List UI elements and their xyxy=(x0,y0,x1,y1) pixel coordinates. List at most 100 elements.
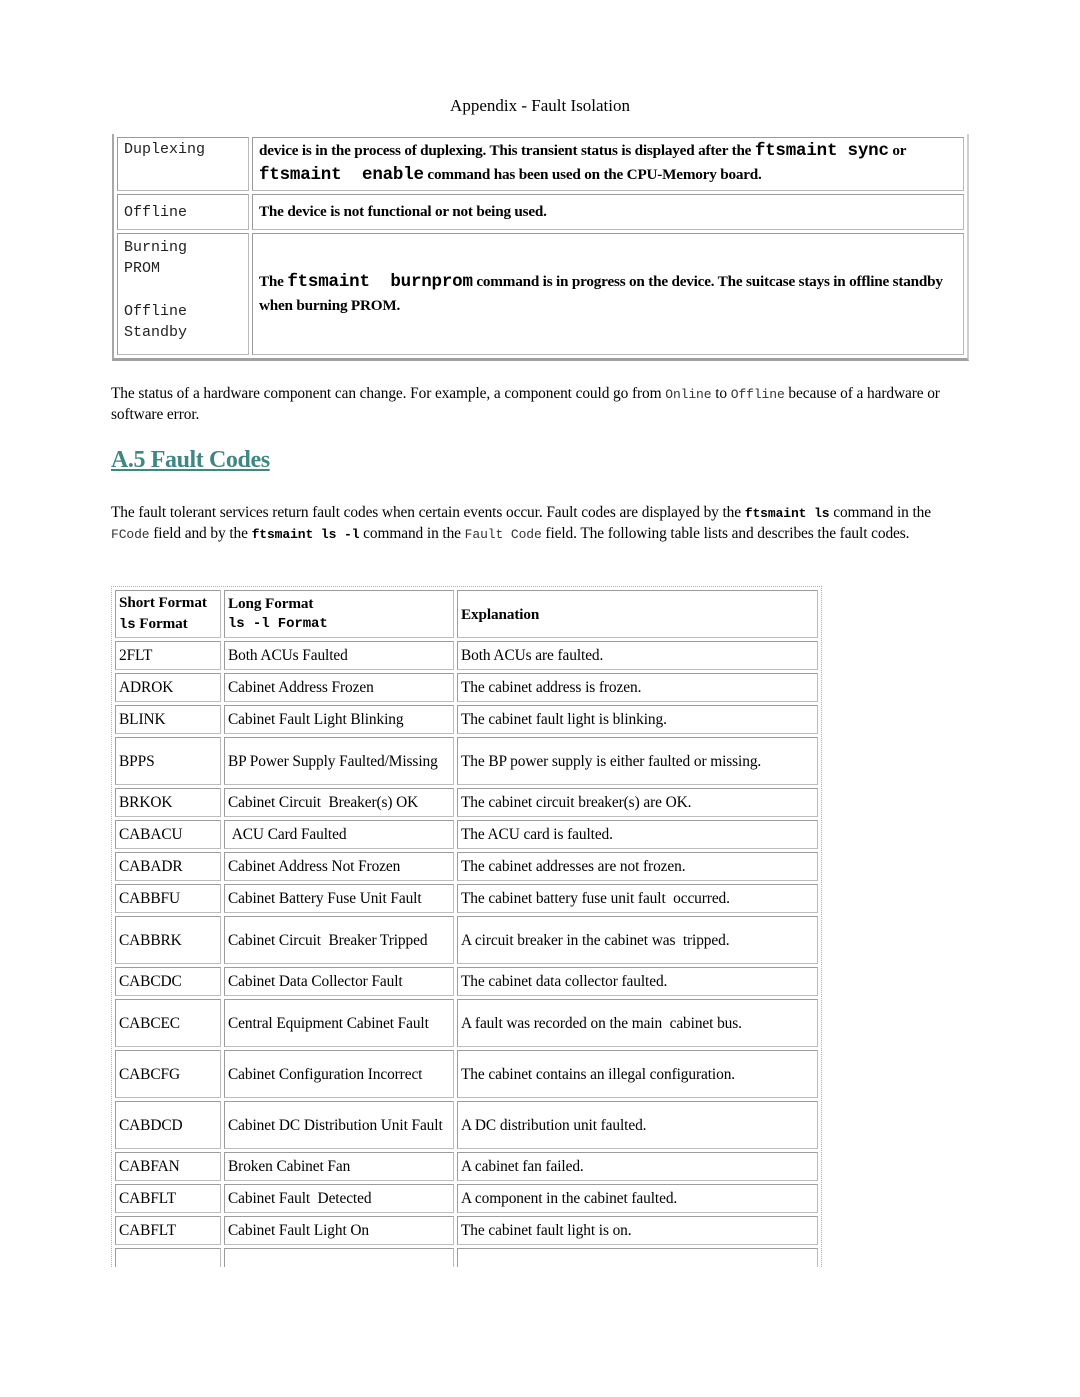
cell-empty xyxy=(224,1248,454,1267)
table-row: BPPS BP Power Supply Faulted/Missing The B… xyxy=(115,737,818,785)
cell-explanation: The cabinet fault light is on. xyxy=(457,1216,818,1245)
table-row: BLINK Cabinet Fault Light Blinking The cab… xyxy=(115,705,818,734)
cell-explanation: Both ACUs are faulted. xyxy=(457,641,818,670)
table-row: CABFLT Cabinet Fault Light On The cabinet … xyxy=(115,1216,818,1245)
cell-explanation: The cabinet circuit breaker(s) are OK. xyxy=(457,788,818,817)
description-text: device is in the process of duplexing. T… xyxy=(259,142,755,159)
status-name: Standby xyxy=(124,324,188,341)
cell-explanation: The cabinet data collector faulted. xyxy=(457,967,818,996)
cell-explanation: The BP power supply is either faulted or… xyxy=(457,737,818,785)
cell-explanation: The cabinet address is frozen. xyxy=(457,673,818,702)
cell-short: CABCFG xyxy=(115,1050,221,1098)
status-row-duplexing: Duplexing device is in the process of du… xyxy=(117,137,964,191)
status-row-offline: Offline The device is not functional or … xyxy=(117,194,964,230)
cell-short: BPPS xyxy=(115,737,221,785)
cell-long: Cabinet Circuit Breaker Tripped xyxy=(224,916,454,964)
status-name-cell: Burning PROM Offline Standby xyxy=(117,233,249,355)
fault-codes-table-body: 2FLT Both ACUs Faulted Both ACUs are fault… xyxy=(115,641,818,1267)
cell-short: BLINK xyxy=(115,705,221,734)
header-mono-text: ls xyxy=(119,617,136,633)
field-name: Fault Code xyxy=(464,527,542,542)
cell-explanation: A cabinet fan failed. xyxy=(457,1152,818,1181)
header-mono-text: ls -l Format xyxy=(228,616,328,632)
description-text: The device is not functional or not bein… xyxy=(259,203,547,220)
cell-explanation: A DC distribution unit faulted. xyxy=(457,1101,818,1149)
cell-short: CABBRK xyxy=(115,916,221,964)
text: command in the xyxy=(829,504,931,521)
header-short-format: Short Format ls Format xyxy=(115,590,221,638)
cell-long: Both ACUs Faulted xyxy=(224,641,454,670)
header-explanation: Explanation xyxy=(457,590,818,638)
cell-short: 2FLT xyxy=(115,641,221,670)
table-row: CABBFU Cabinet Battery Fuse Unit Fault The… xyxy=(115,884,818,913)
cell-empty xyxy=(457,1248,818,1267)
text: field and by the xyxy=(149,525,252,542)
cell-explanation: The cabinet contains an illegal configur… xyxy=(457,1050,818,1098)
text: to xyxy=(711,385,731,402)
table-row: CABDCD Cabinet DC Distribution Unit Fault… xyxy=(115,1101,818,1149)
cell-short: CABADR xyxy=(115,852,221,881)
status-name: Duplexing xyxy=(124,141,206,158)
cell-empty xyxy=(115,1248,221,1267)
cell-long: Cabinet Fault Light Blinking xyxy=(224,705,454,734)
status-name: Offline xyxy=(124,203,188,221)
cell-long: Cabinet Address Frozen xyxy=(224,673,454,702)
status-description-cell: The device is not functional or not bein… xyxy=(252,194,964,230)
status-description-cell: device is in the process of duplexing. T… xyxy=(252,137,964,191)
status-name: Offline xyxy=(124,303,188,320)
table-row: CABBRK Cabinet Circuit Breaker Tripped A c… xyxy=(115,916,818,964)
command-text: ftsmaint enable xyxy=(259,165,424,185)
table-row: CABACU ACU Card Faulted The ACU card is f… xyxy=(115,820,818,849)
status-table: Duplexing device is in the process of du… xyxy=(112,134,969,361)
status-change-paragraph: The status of a hardware component can c… xyxy=(111,384,971,425)
command-text: ftsmaint ls xyxy=(744,506,830,521)
table-row: ADROK Cabinet Address Frozen The cabinet a… xyxy=(115,673,818,702)
fault-codes-table-container: Short Format ls Format Long Format ls -l… xyxy=(111,586,822,1267)
cell-long: ACU Card Faulted xyxy=(224,820,454,849)
cell-short: CABACU xyxy=(115,820,221,849)
status-row-burning-prom: Burning PROM Offline Standby The ftsmain… xyxy=(117,233,964,355)
status-name: PROM xyxy=(124,260,161,277)
field-name: FCode xyxy=(111,527,150,542)
header-long-format: Long Format ls -l Format xyxy=(224,590,454,638)
cell-long: Cabinet Address Not Frozen xyxy=(224,852,454,881)
status-name: Burning xyxy=(124,239,188,256)
cell-explanation: A component in the cabinet faulted. xyxy=(457,1184,818,1213)
cell-explanation: A circuit breaker in the cabinet was tri… xyxy=(457,916,818,964)
cell-explanation: The ACU card is faulted. xyxy=(457,820,818,849)
section-heading-fault-codes[interactable]: A.5 Fault Codes xyxy=(111,447,270,474)
text: command in the xyxy=(359,525,465,542)
cell-long: Cabinet DC Distribution Unit Fault xyxy=(224,1101,454,1149)
cell-short: CABBFU xyxy=(115,884,221,913)
table-row: CABCDC Cabinet Data Collector Fault The ca… xyxy=(115,967,818,996)
text: field. The following table lists and des… xyxy=(541,525,910,542)
table-row-partial xyxy=(115,1248,818,1267)
status-description-cell: The ftsmaint burnprom command is in prog… xyxy=(252,233,964,355)
table-row: CABCFG Cabinet Configuration Incorrect The… xyxy=(115,1050,818,1098)
description-text: or xyxy=(888,142,907,159)
code-offline: Offline xyxy=(730,387,785,402)
table-row: CABCEC Central Equipment Cabinet Fault A f… xyxy=(115,999,818,1047)
code-online: Online xyxy=(665,387,712,402)
cell-explanation: A fault was recorded on the main cabinet… xyxy=(457,999,818,1047)
command-text: ftsmaint burnprom xyxy=(287,272,473,292)
description-text: command has been used on the CPU-Memory … xyxy=(423,166,762,183)
cell-short: CABCDC xyxy=(115,967,221,996)
cell-long: Central Equipment Cabinet Fault xyxy=(224,999,454,1047)
cell-long: Cabinet Fault Light On xyxy=(224,1216,454,1245)
status-name-cell: Offline xyxy=(117,194,249,230)
fault-codes-table: Short Format ls Format Long Format ls -l… xyxy=(112,587,821,1267)
table-row: CABFLT Cabinet Fault Detected A component … xyxy=(115,1184,818,1213)
cell-short: ADROK xyxy=(115,673,221,702)
cell-explanation: The cabinet battery fuse unit fault occu… xyxy=(457,884,818,913)
cell-short: CABCEC xyxy=(115,999,221,1047)
cell-long: BP Power Supply Faulted/Missing xyxy=(224,737,454,785)
cell-explanation: The cabinet addresses are not frozen. xyxy=(457,852,818,881)
table-row: BRKOK Cabinet Circuit Breaker(s) OK The ca… xyxy=(115,788,818,817)
cell-long: Cabinet Fault Detected xyxy=(224,1184,454,1213)
table-row: CABFAN Broken Cabinet Fan A cabinet fan fa… xyxy=(115,1152,818,1181)
cell-short: CABFAN xyxy=(115,1152,221,1181)
header-text: Format xyxy=(135,615,188,632)
table-row: 2FLT Both ACUs Faulted Both ACUs are fault… xyxy=(115,641,818,670)
